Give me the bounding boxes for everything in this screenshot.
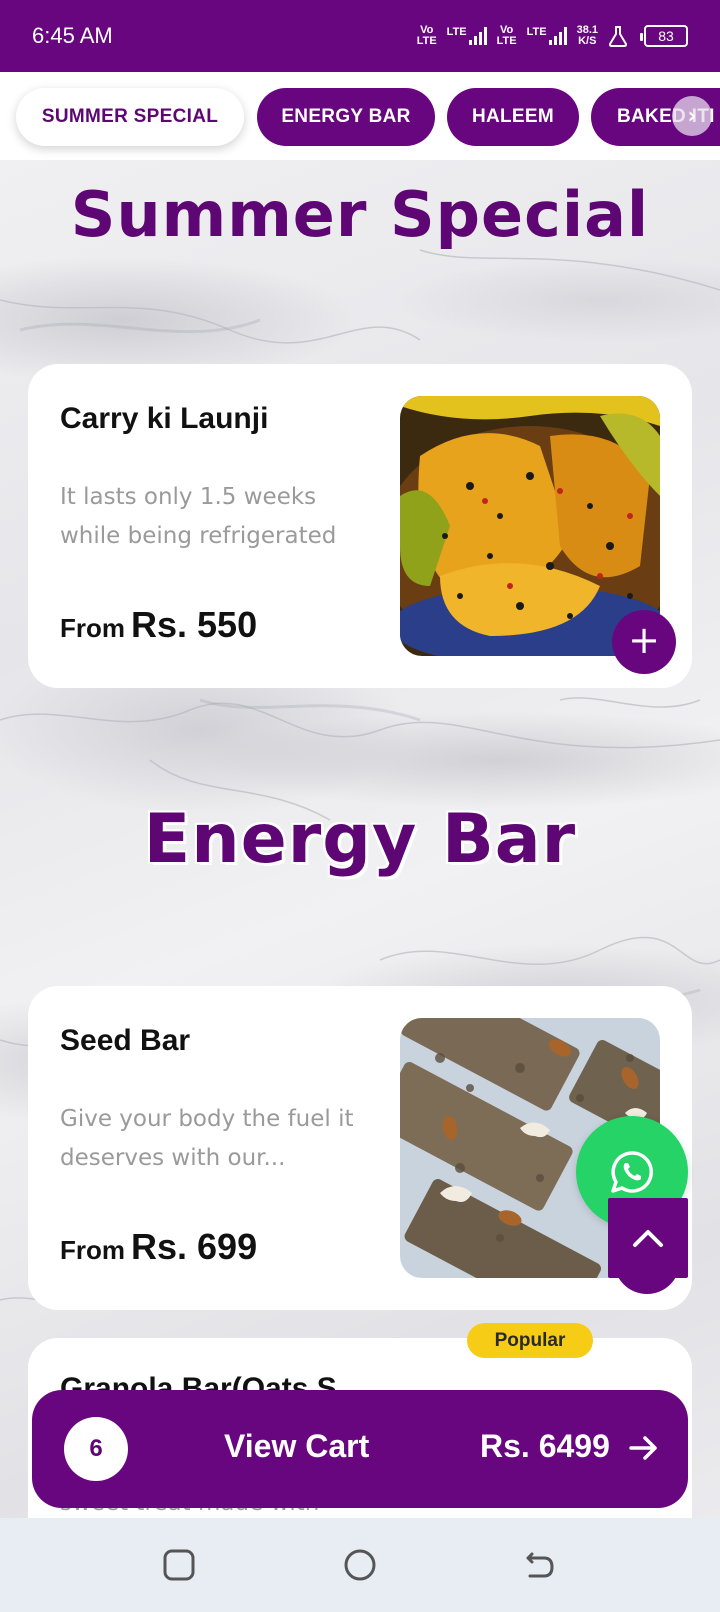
lte-label-2: LTE: [526, 26, 547, 38]
product-description: Give your body the fuel it deserves with…: [60, 1106, 354, 1171]
popular-badge: Popular: [467, 1323, 593, 1358]
home-icon[interactable]: [343, 1548, 377, 1582]
flask-icon: [608, 26, 628, 47]
plus-icon: +: [628, 618, 660, 662]
lte-label-1: LTE: [446, 26, 467, 38]
add-to-cart-button[interactable]: +: [612, 610, 676, 674]
volte-indicator-1: Vo LTE: [417, 25, 437, 47]
price-prefix: From: [60, 1235, 125, 1265]
product-card[interactable]: Carry ki Launji It lasts only 1.5 weeks …: [28, 364, 692, 688]
battery-indicator: 83: [640, 25, 688, 47]
speed-unit: K/S: [578, 35, 597, 47]
signal-1: LTE: [447, 27, 487, 45]
status-time: 6:45 AM: [32, 23, 113, 48]
product-price: From Rs. 550: [60, 604, 257, 646]
volte-indicator-2: Vo LTE: [497, 25, 517, 47]
product-description: It lasts only 1.5 weeks while being refr…: [60, 484, 337, 549]
section-title-energy-bar: Energy Bar: [143, 800, 577, 879]
tabs-scroll-right-icon[interactable]: ›: [672, 96, 712, 136]
signal-2: LTE: [527, 27, 567, 45]
view-cart-label: View Cart: [224, 1428, 370, 1464]
section-title-summer-special: Summer Special: [70, 178, 650, 251]
navigation-bar: [0, 1518, 720, 1612]
status-bar: 6:45 AM Vo LTE LTE Vo LTE LTE 38.1 K/S 8…: [0, 0, 720, 72]
scroll-to-top-button[interactable]: [608, 1198, 688, 1278]
network-speed: 38.1 K/S: [577, 25, 598, 47]
price-amount: Rs. 699: [131, 1226, 258, 1267]
arrow-right-icon: [629, 1436, 657, 1460]
volte-1-bottom: LTE: [416, 35, 437, 47]
volte-2-bottom: LTE: [496, 35, 517, 47]
tab-haleem[interactable]: HALEEM: [447, 88, 579, 146]
price-amount: Rs. 550: [131, 604, 258, 645]
cart-item-count: 6: [64, 1417, 128, 1481]
price-prefix: From: [60, 613, 125, 643]
category-tabs: SUMMER SPECIAL ENERGY BAR HALEEM BAKED I…: [0, 72, 720, 160]
product-name: Carry ki Launji: [60, 402, 269, 435]
cart-total: Rs. 6499: [480, 1428, 610, 1464]
signal-bars-icon: [468, 27, 487, 45]
back-icon[interactable]: [522, 1548, 556, 1582]
product-price: From Rs. 699: [60, 1226, 257, 1268]
product-image[interactable]: [400, 396, 660, 656]
signal-bars-icon: [548, 27, 567, 45]
status-indicators: Vo LTE LTE Vo LTE LTE 38.1 K/S 83: [417, 25, 688, 47]
whatsapp-icon: [611, 1151, 653, 1193]
product-name: Seed Bar: [60, 1024, 191, 1057]
tab-summer-special[interactable]: SUMMER SPECIAL: [16, 88, 244, 146]
chevron-up-icon: [633, 1230, 663, 1247]
view-cart-button[interactable]: 6 View Cart Rs. 6499: [32, 1390, 688, 1508]
recent-apps-icon[interactable]: [162, 1548, 196, 1582]
tab-energy-bar[interactable]: ENERGY BAR: [257, 88, 435, 146]
